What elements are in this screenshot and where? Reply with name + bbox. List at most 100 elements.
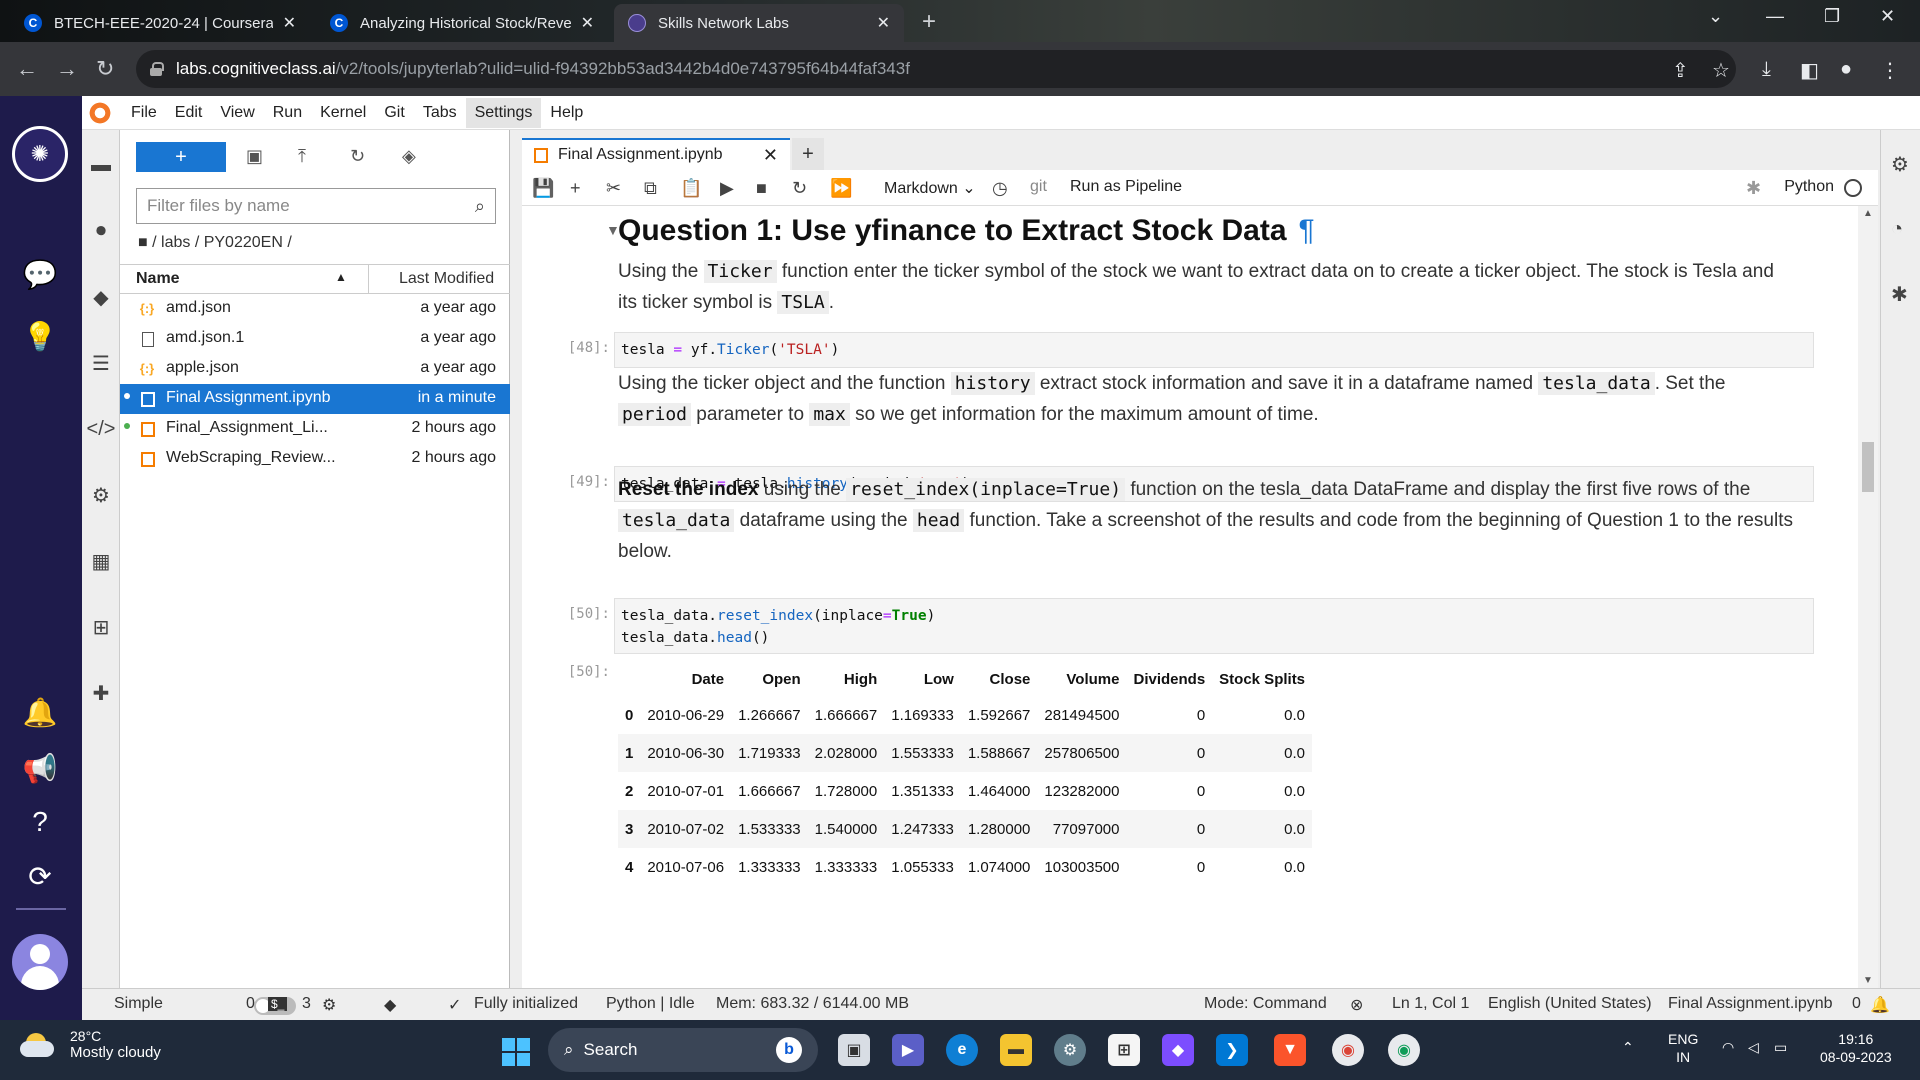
close-icon[interactable]: ✕	[283, 13, 296, 33]
sync-icon[interactable]: ⟳	[20, 856, 60, 896]
upload-icon[interactable]: ⤒	[298, 146, 306, 167]
share-icon[interactable]: ⇪	[1672, 58, 1689, 83]
cell-type-select[interactable]: Markdown ⌄	[884, 178, 976, 198]
notebook-body[interactable]: ▼ Question 1: Use yfinance to Extract St…	[522, 206, 1878, 988]
heading-anchor[interactable]: ¶	[1299, 214, 1315, 247]
file-row[interactable]: Final_Assignment_Li... 2 hours ago	[120, 414, 510, 444]
kernel-gear-icon[interactable]: ⚙	[322, 995, 336, 1015]
file-row-selected[interactable]: Final Assignment.ipynb in a minute	[120, 384, 510, 414]
settings-gear-icon[interactable]: ⚙	[88, 482, 114, 508]
taskbar-search[interactable]: ⌕ Search b	[548, 1028, 818, 1072]
git-icon[interactable]: ◆	[88, 284, 114, 310]
minimize-button[interactable]: —	[1766, 6, 1784, 27]
insert-cell-icon[interactable]: +	[570, 178, 581, 199]
git-status-icon[interactable]: ◆	[384, 995, 396, 1015]
puzzle-icon[interactable]: ✚	[88, 680, 114, 706]
edge-icon[interactable]: e	[946, 1034, 978, 1066]
file-row[interactable]: WebScraping_Review... 2 hours ago	[120, 444, 510, 474]
user-avatar[interactable]	[12, 934, 68, 990]
markdown-cell-2[interactable]: Using the ticker object and the function…	[618, 368, 1798, 430]
close-icon[interactable]: ✕	[581, 13, 594, 33]
sort-arrow-icon[interactable]: ▲	[335, 270, 347, 284]
menu-tabs[interactable]: Tabs	[414, 98, 466, 128]
notebook-tab[interactable]: Final Assignment.ipynb ✕	[522, 138, 790, 170]
url-field[interactable]: labs.cognitiveclass.ai/v2/tools/jupyterl…	[136, 50, 1736, 88]
battery-icon[interactable]: ▭	[1774, 1038, 1787, 1056]
teams-icon[interactable]: ▶	[892, 1034, 924, 1066]
menu-settings[interactable]: Settings	[465, 97, 542, 128]
property-inspector-icon[interactable]: ▦	[88, 548, 114, 574]
task-view-icon[interactable]: ▣	[838, 1034, 870, 1066]
markdown-cell-1[interactable]: Using the Ticker function enter the tick…	[618, 256, 1798, 318]
save-icon[interactable]: 💾	[532, 178, 554, 199]
clock[interactable]: 19:16 08-09-2023	[1820, 1030, 1892, 1066]
filter-files-input[interactable]: Filter files by name ⌕	[136, 188, 496, 224]
bookmark-star-icon[interactable]: ☆	[1712, 58, 1730, 83]
git-clone-icon[interactable]: ◈	[402, 146, 416, 167]
browser-tab-coursera[interactable]: C BTECH-EEE-2020-24 | Coursera ✕	[10, 4, 310, 42]
notification-bell-icon[interactable]: 🔔	[1870, 995, 1890, 1015]
menu-file[interactable]: File	[122, 98, 166, 128]
profile-icon[interactable]: ●	[1840, 58, 1852, 81]
tab-search-icon[interactable]: ⌄	[1708, 6, 1723, 27]
stop-icon[interactable]: ■	[756, 178, 767, 199]
windows-start-icon[interactable]	[502, 1038, 530, 1066]
help-icon[interactable]: ?	[20, 802, 60, 842]
download-icon[interactable]: ⤓	[1762, 58, 1771, 81]
code-cell-48[interactable]: tesla = yf.Ticker('TSLA')	[614, 332, 1814, 368]
forward-icon[interactable]: →	[56, 56, 78, 82]
kernel-status[interactable]: Python | Idle	[606, 995, 695, 1013]
wifi-icon[interactable]: ◠	[1722, 1038, 1734, 1056]
folder-icon[interactable]: ▬	[88, 152, 114, 178]
paste-icon[interactable]: 📋	[680, 178, 702, 199]
spellcheck-language[interactable]: English (United States)	[1488, 995, 1652, 1013]
chrome-icon[interactable]: ◉	[1332, 1034, 1364, 1066]
column-last-modified[interactable]: Last Modified	[368, 265, 494, 293]
megaphone-icon[interactable]: 📢	[20, 748, 60, 788]
code-cell-50[interactable]: tesla_data.reset_index(inplace=True) tesl…	[614, 598, 1814, 654]
lightbulb-icon[interactable]: 💡	[20, 316, 60, 356]
chat-icon[interactable]: 💬	[20, 254, 60, 294]
browser-tab-analyzing[interactable]: C Analyzing Historical Stock/Revenu ✕	[316, 4, 608, 42]
running-icon[interactable]: ⏺	[88, 218, 114, 244]
new-tab-plus-button[interactable]: +	[792, 138, 824, 170]
store-icon[interactable]: ⊞	[1108, 1034, 1140, 1066]
tray-overflow-icon[interactable]: ⌃	[1622, 1038, 1634, 1056]
chrome-profile-icon[interactable]: ◉	[1388, 1034, 1420, 1066]
new-folder-icon[interactable]: ▣	[246, 146, 263, 167]
bell-icon[interactable]: 🔔	[20, 692, 60, 732]
run-icon[interactable]: ▶	[720, 178, 734, 199]
copy-icon[interactable]: ⧉	[644, 178, 657, 199]
debugger-bug-icon[interactable]: ✱	[1746, 178, 1761, 199]
scroll-up-icon[interactable]: ▲	[1863, 208, 1873, 219]
refresh-icon[interactable]: ↻	[350, 146, 365, 167]
kernel-name[interactable]: Python	[1784, 178, 1834, 196]
settings-icon[interactable]: ⚙	[1054, 1034, 1086, 1066]
weather-widget[interactable]: 28°C Mostly cloudy	[20, 1028, 161, 1061]
brave-icon[interactable]: ▼	[1274, 1034, 1306, 1066]
property-gear-icon[interactable]: ⚙	[1891, 152, 1909, 177]
menu-edit[interactable]: Edit	[166, 98, 212, 128]
breadcrumb[interactable]: ■ / labs / PY0220EN /	[138, 234, 292, 252]
restart-icon[interactable]: ↻	[792, 178, 807, 199]
debugger-icon[interactable]: ✱	[1891, 282, 1908, 307]
menu-run[interactable]: Run	[264, 98, 311, 128]
lsp-status[interactable]: Fully initialized	[474, 995, 578, 1013]
menu-help[interactable]: Help	[541, 98, 592, 128]
scrollbar-thumb[interactable]	[1862, 442, 1874, 492]
browser-menu-icon[interactable]: ⋮	[1880, 58, 1900, 83]
close-icon[interactable]: ✕	[763, 145, 778, 166]
new-tab-button[interactable]: +	[922, 8, 936, 36]
fast-forward-icon[interactable]: ⏩	[830, 178, 852, 199]
volume-icon[interactable]: ◁	[1748, 1038, 1759, 1056]
clock-icon[interactable]: ◷	[992, 178, 1008, 199]
cursor-position[interactable]: Ln 1, Col 1	[1392, 995, 1469, 1013]
copilot-icon[interactable]: ◆	[1162, 1034, 1194, 1066]
terminal-icon[interactable]: $_	[268, 997, 288, 1011]
skills-network-logo[interactable]: ✺	[12, 126, 68, 182]
cut-icon[interactable]: ✂	[606, 178, 621, 199]
run-as-pipeline-button[interactable]: Run as Pipeline	[1070, 178, 1182, 196]
new-launcher-button[interactable]: +	[136, 142, 226, 172]
menu-view[interactable]: View	[211, 98, 263, 128]
trusted-icon[interactable]: ⊗	[1350, 995, 1363, 1015]
